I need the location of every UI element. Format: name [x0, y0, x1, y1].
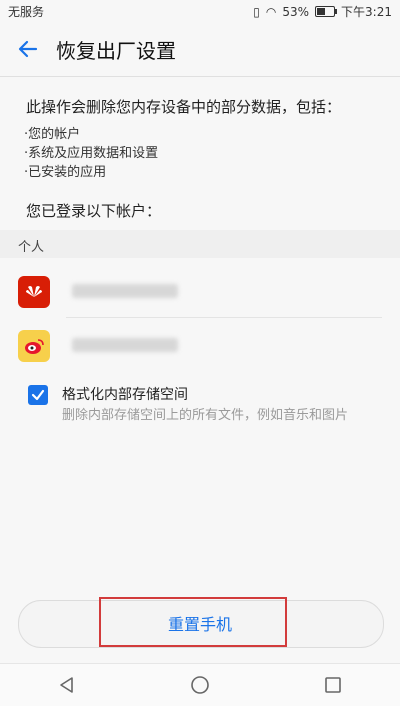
- wifi-icon: ◠: [265, 4, 277, 19]
- format-storage-checkbox[interactable]: [28, 385, 48, 405]
- triangle-back-icon: [59, 677, 73, 693]
- logged-in-heading: 您已登录以下帐户：: [26, 202, 162, 220]
- back-arrow-icon: [18, 40, 38, 58]
- section-label: 个人: [18, 240, 45, 255]
- checkmark-icon: [31, 389, 45, 401]
- clock: 下午3:21: [341, 5, 392, 19]
- header-divider: [0, 76, 400, 77]
- data-list: ·您的帐户 ·系统及应用数据和设置 ·已安装的应用: [24, 125, 158, 182]
- weibo-logo-shape: [25, 339, 44, 354]
- huawei-icon: [18, 276, 50, 308]
- navigation-bar: [0, 663, 400, 706]
- nav-recents-button[interactable]: [318, 670, 348, 700]
- circle-home-icon: [191, 676, 209, 694]
- format-storage-label[interactable]: 格式化内部存储空间: [62, 384, 188, 404]
- account-name-redacted: [72, 284, 178, 298]
- weibo-icon: [18, 330, 50, 362]
- reset-phone-button[interactable]: 重置手机: [18, 600, 382, 646]
- battery-percent: 53%: [282, 4, 310, 19]
- account-row-huawei: [0, 264, 400, 318]
- app-bar: 恢复出厂设置: [0, 22, 400, 76]
- account-name-redacted: [72, 338, 178, 352]
- vibrate-icon: ▯: [253, 4, 260, 19]
- back-button[interactable]: [6, 27, 50, 71]
- section-header-personal: 个人: [0, 230, 400, 258]
- list-item: ·您的帐户: [24, 127, 81, 142]
- format-storage-description: 删除内部存储空间上的所有文件，例如音乐和图片: [62, 408, 349, 423]
- carrier-label: 无服务: [8, 5, 45, 19]
- nav-back-button[interactable]: [52, 670, 82, 700]
- account-row-weibo: [0, 318, 400, 372]
- battery-icon: [315, 6, 338, 17]
- huawei-logo-shape: [26, 286, 42, 297]
- status-right: ▯ ◠ 53% 下午3:21: [253, 3, 392, 20]
- square-recents-icon: [325, 677, 342, 693]
- list-item: ·已安装的应用: [24, 165, 107, 180]
- battery-fill: [317, 8, 326, 15]
- intro-text: 此操作会删除您内存设备中的部分数据，包括：: [26, 98, 342, 116]
- list-item: ·系统及应用数据和设置: [24, 146, 159, 161]
- page-title: 恢复出厂设置: [56, 38, 176, 63]
- status-bar: 无服务 ▯ ◠ 53% 下午3:21: [0, 0, 400, 22]
- nav-home-button[interactable]: [185, 670, 215, 700]
